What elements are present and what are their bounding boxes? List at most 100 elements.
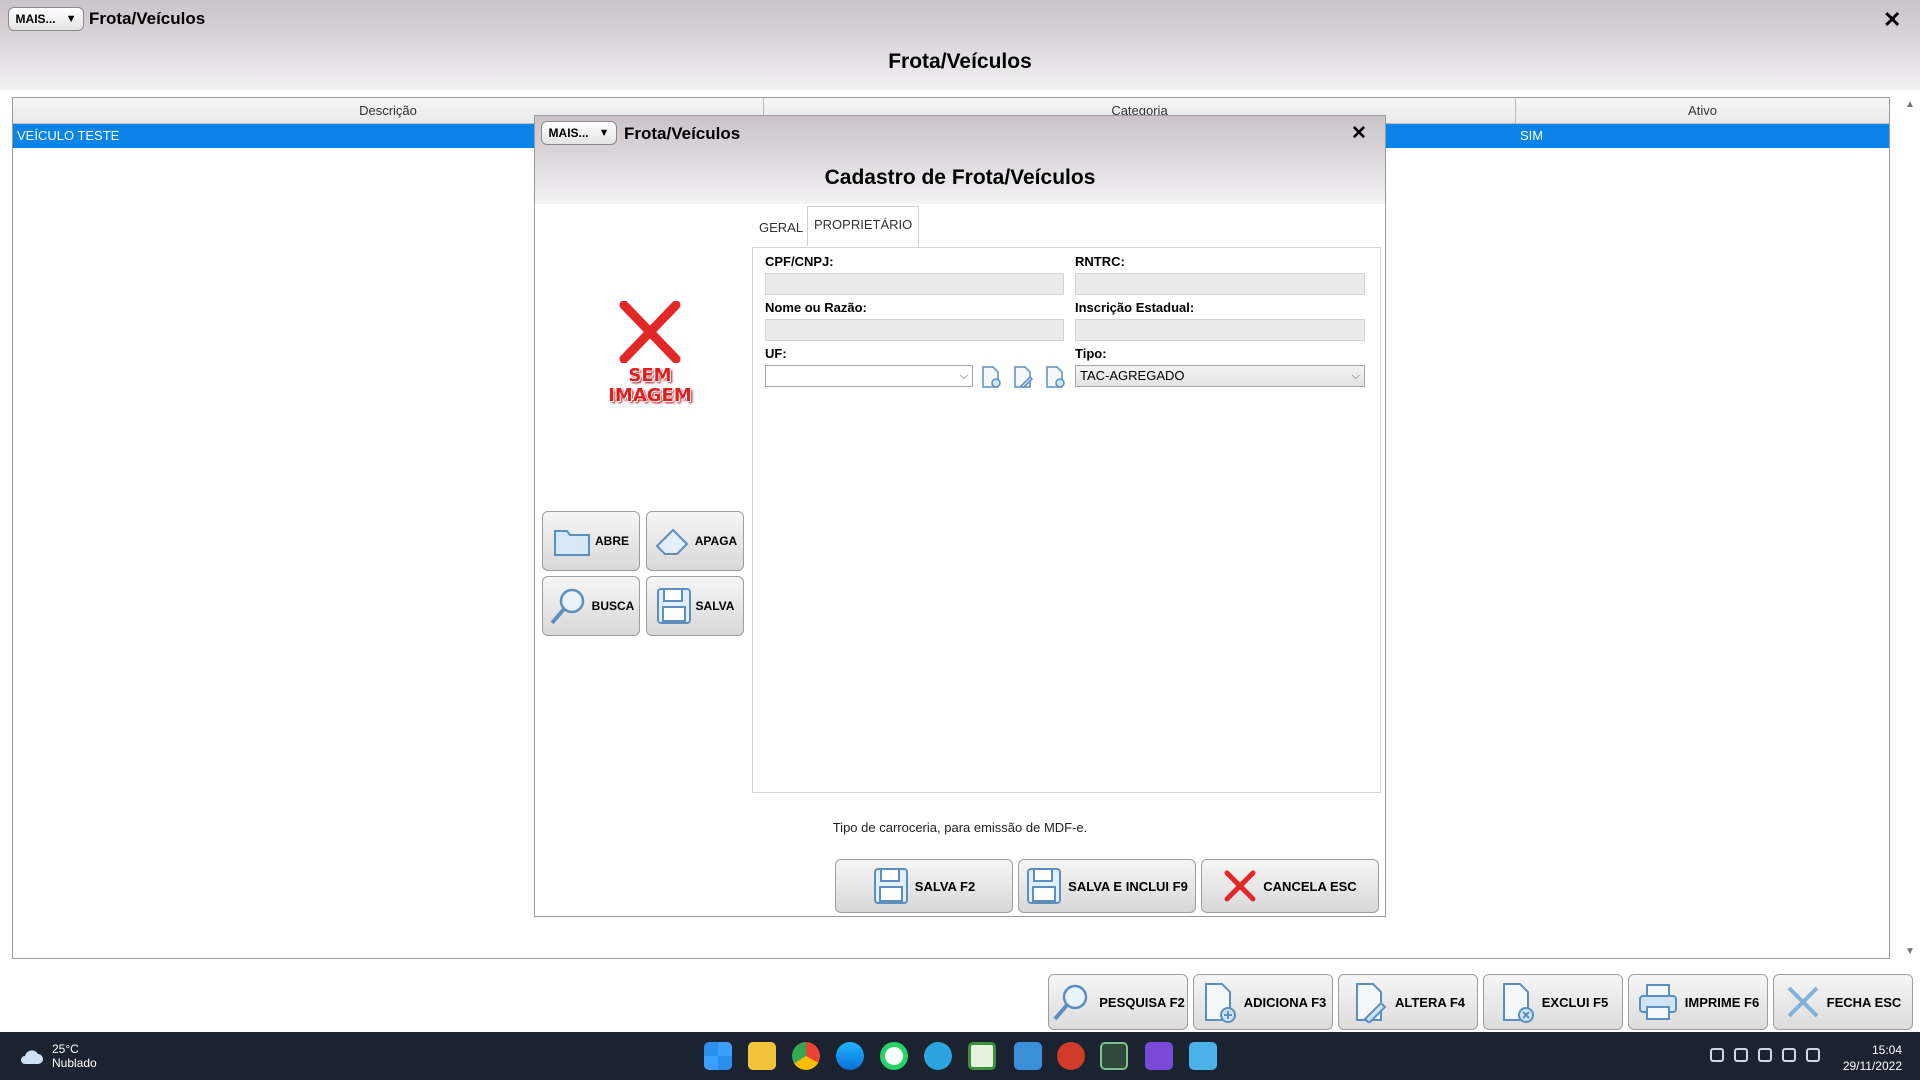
salva-image-button[interactable]: SALVA <box>646 576 744 636</box>
dialog-window-title: Frota/Veículos <box>624 124 741 143</box>
imprime-button[interactable]: IMPRIME F6 <box>1628 974 1768 1030</box>
exclui-button[interactable]: EXCLUI F5 <box>1483 974 1623 1030</box>
inscricao-estadual-field[interactable] <box>1075 319 1365 341</box>
rntrc-label: RNTRC: <box>1075 254 1125 269</box>
scroll-down-icon[interactable]: ▼ <box>1905 946 1915 957</box>
add-document-icon <box>1204 983 1236 1023</box>
magnifier-icon <box>550 588 584 625</box>
uf-select[interactable]: ⌵ <box>765 365 973 387</box>
dialog-title: Cadastro de Frota/Veículos <box>824 166 1096 189</box>
cadastro-dialog: MAIS... ▼ Frota/Veículos ✕ Cadastro de F… <box>534 115 1386 917</box>
tray-icon[interactable] <box>1710 1048 1724 1062</box>
edge-icon[interactable] <box>836 1042 864 1070</box>
whatsapp-icon[interactable] <box>880 1042 908 1070</box>
app-icon-red[interactable] <box>1057 1042 1085 1070</box>
cpf-cnpj-label: CPF/CNPJ: <box>765 254 834 269</box>
busca-label: BUSCA <box>591 599 635 613</box>
edit-uf-icon[interactable] <box>1012 366 1034 388</box>
start-icon[interactable] <box>704 1042 732 1070</box>
system-tray <box>1710 1048 1820 1062</box>
abre-label: ABRE <box>594 534 629 548</box>
tray-icon[interactable] <box>1782 1048 1796 1062</box>
exclui-label: EXCLUI F5 <box>1541 994 1609 1010</box>
tipo-value: TAC-AGREGADO <box>1080 368 1185 383</box>
page-title: Frota/Veículos <box>888 50 1032 73</box>
rntrc-field[interactable] <box>1075 273 1365 295</box>
add-uf-icon[interactable] <box>980 366 1002 388</box>
salva-image-label: SALVA <box>695 599 735 613</box>
eraser-icon <box>655 528 689 555</box>
fecha-button[interactable]: FECHA ESC <box>1773 974 1913 1030</box>
close-icon <box>1787 986 1819 1018</box>
erp-app-icon[interactable] <box>1100 1042 1128 1070</box>
nome-razao-label: Nome ou Razão: <box>765 300 867 315</box>
salva-e-inclui-button[interactable]: SALVA E INCLUI F9 <box>1018 859 1196 913</box>
uf-label: UF: <box>765 346 787 361</box>
floppy-disk-icon <box>1027 868 1062 904</box>
tipo-label: Tipo: <box>1075 346 1107 361</box>
dialog-mais-label: MAIS... <box>548 126 589 140</box>
salva-e-inclui-label: SALVA E INCLUI F9 <box>1068 878 1188 894</box>
cancela-label: CANCELA ESC <box>1263 878 1357 894</box>
red-x-icon <box>1224 870 1256 902</box>
fecha-label: FECHA ESC <box>1826 994 1902 1010</box>
busca-image-button[interactable]: BUSCA <box>542 576 640 636</box>
salva-label: SALVA F2 <box>914 878 976 894</box>
main-toolbar: PESQUISA F2 ADICIONA F3 ALTERA F4 EXCLUI… <box>0 962 1920 1032</box>
magnifier-icon <box>1053 984 1088 1021</box>
chevron-down-icon: ⌵ <box>959 370 968 382</box>
mais-label: MAIS... <box>15 12 56 26</box>
clock-time: 15:04 <box>1871 1043 1902 1057</box>
altera-button[interactable]: ALTERA F4 <box>1338 974 1478 1030</box>
cell-ativo: SIM <box>1520 128 1544 143</box>
pesquisa-label: PESQUISA F2 <box>1099 994 1185 1010</box>
mais-menu-button[interactable]: MAIS... ▼ <box>8 7 84 31</box>
tab-proprietario[interactable]: PROPRIETÁRIO <box>807 206 920 246</box>
no-image-placeholder: SEM IMAGEM <box>590 300 710 421</box>
salva-button[interactable]: SALVA F2 <box>835 859 1013 913</box>
vertical-scrollbar[interactable]: ▲ ▼ <box>1900 97 1920 959</box>
telegram-icon[interactable] <box>924 1042 952 1070</box>
imprime-label: IMPRIME F6 <box>1684 994 1760 1010</box>
search-uf-icon[interactable] <box>1044 366 1066 388</box>
tab-geral[interactable]: GERAL <box>759 208 803 248</box>
media-app-icon[interactable] <box>1145 1042 1173 1070</box>
dropdown-arrow-icon: ▼ <box>598 127 610 139</box>
no-image-line1: SEM <box>628 365 672 386</box>
file-explorer-icon[interactable] <box>748 1042 776 1070</box>
adiciona-label: ADICIONA F3 <box>1243 994 1327 1010</box>
red-x-icon <box>619 300 681 364</box>
apaga-image-button[interactable]: APAGA <box>646 511 744 571</box>
clock[interactable]: 15:04 29/11/2022 <box>1843 1042 1902 1074</box>
spreadsheet-icon[interactable] <box>968 1042 996 1070</box>
weather-widget[interactable]: 25°C Nublado <box>18 1042 97 1070</box>
weather-condition: Nublado <box>52 1056 97 1070</box>
cpf-cnpj-field[interactable] <box>765 273 1064 295</box>
pesquisa-button[interactable]: PESQUISA F2 <box>1048 974 1188 1030</box>
floppy-disk-icon <box>873 868 908 904</box>
cloud-icon <box>21 1050 43 1064</box>
cancela-button[interactable]: CANCELA ESC <box>1201 859 1379 913</box>
nome-razao-field[interactable] <box>765 319 1064 341</box>
window-title: Frota/Veículos <box>89 9 206 28</box>
os-taskbar: 25°C Nublado 15:04 29/11/2022 <box>0 1032 1920 1080</box>
adiciona-button[interactable]: ADICIONA F3 <box>1193 974 1333 1030</box>
close-window-icon[interactable]: ✕ <box>1883 9 1901 31</box>
chevron-down-icon: ⌵ <box>1351 370 1360 382</box>
scroll-up-icon[interactable]: ▲ <box>1905 99 1915 110</box>
floppy-disk-icon <box>656 588 691 624</box>
tray-icon[interactable] <box>1734 1048 1748 1062</box>
column-header-ativo[interactable]: Ativo <box>1516 98 1889 124</box>
window-app-icon[interactable] <box>1189 1042 1217 1070</box>
tipo-select[interactable]: TAC-AGREGADO ⌵ <box>1075 365 1365 387</box>
delete-document-icon <box>1502 983 1534 1023</box>
dialog-mais-menu-button[interactable]: MAIS... ▼ <box>541 121 617 145</box>
dialog-close-icon[interactable]: ✕ <box>1351 124 1367 143</box>
tray-icon[interactable] <box>1758 1048 1772 1062</box>
abre-image-button[interactable]: ABRE <box>542 511 640 571</box>
volume-icon[interactable] <box>1806 1048 1820 1062</box>
field-hint-text: Tipo de carroceria, para emissão de MDF-… <box>832 820 1088 835</box>
app-icon-blue[interactable] <box>1014 1042 1042 1070</box>
edit-document-icon <box>1355 983 1387 1023</box>
chrome-icon[interactable] <box>792 1042 820 1070</box>
